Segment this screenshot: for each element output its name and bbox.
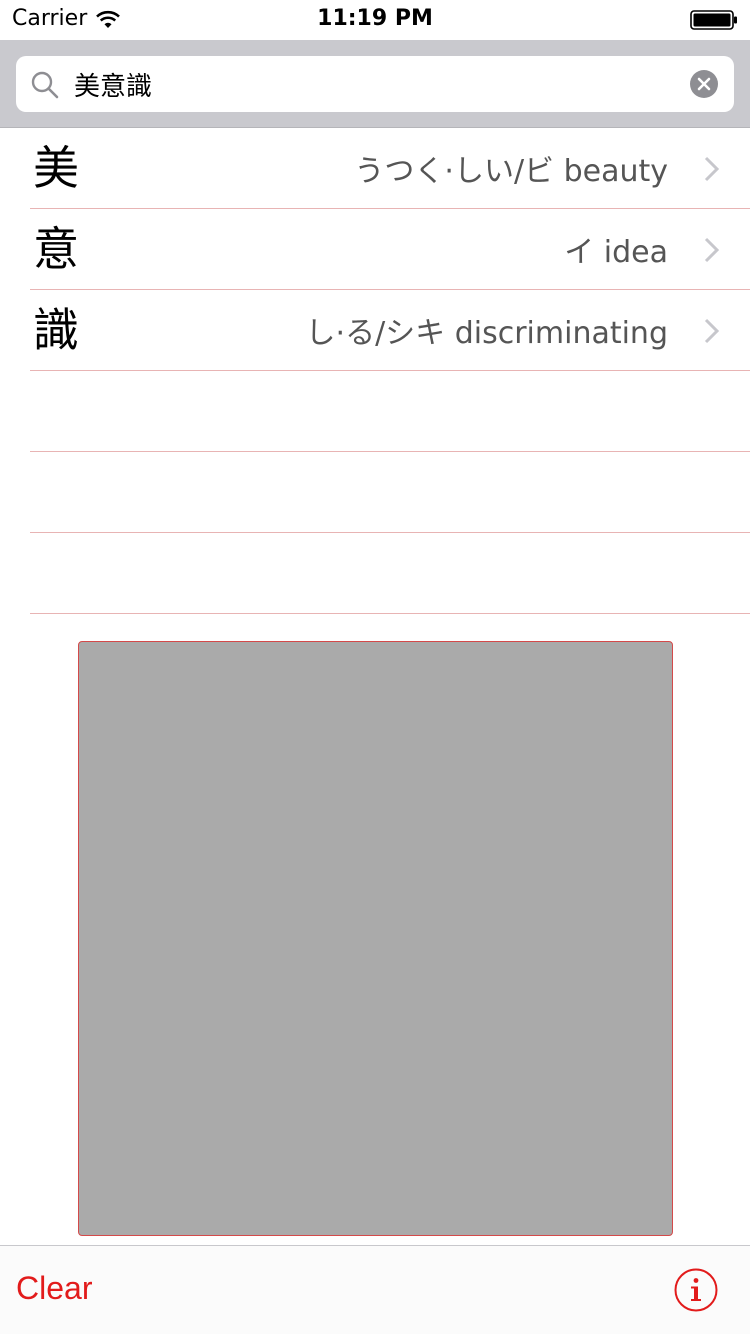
chevron-right-icon: [704, 156, 720, 182]
handwriting-canvas[interactable]: [78, 641, 673, 1236]
result-row[interactable]: 意 イ idea: [0, 209, 750, 290]
clear-icon[interactable]: [690, 70, 718, 98]
search-bar: [0, 40, 750, 128]
kanji-reading: うつく·しい/ビ beauty: [354, 154, 668, 189]
chevron-right-icon: [704, 318, 720, 344]
empty-row: [0, 371, 750, 452]
kanji-character: 意: [33, 222, 79, 276]
info-icon[interactable]: [674, 1268, 718, 1312]
empty-row: [0, 533, 750, 614]
result-row[interactable]: 識 し·る/シキ discriminating: [0, 290, 750, 371]
search-icon: [31, 71, 59, 99]
results-list: 美 うつく·しい/ビ beauty 意 イ idea 識 し·る/シキ disc…: [0, 128, 750, 614]
chevron-right-icon: [704, 237, 720, 263]
bottom-toolbar: Clear: [0, 1245, 750, 1334]
kanji-character: 美: [33, 141, 79, 195]
clock: 11:19 PM: [317, 6, 433, 31]
search-field[interactable]: [16, 56, 734, 112]
search-input[interactable]: [74, 64, 674, 104]
kanji-reading: し·る/シキ discriminating: [305, 316, 668, 351]
clear-button[interactable]: Clear: [16, 1270, 92, 1307]
kanji-reading: イ idea: [564, 235, 668, 270]
result-row[interactable]: 美 うつく·しい/ビ beauty: [0, 128, 750, 209]
kanji-character: 識: [33, 303, 79, 357]
status-bar: Carrier 11:19 PM: [0, 0, 750, 40]
empty-row: [0, 452, 750, 533]
battery-icon: [690, 10, 737, 30]
